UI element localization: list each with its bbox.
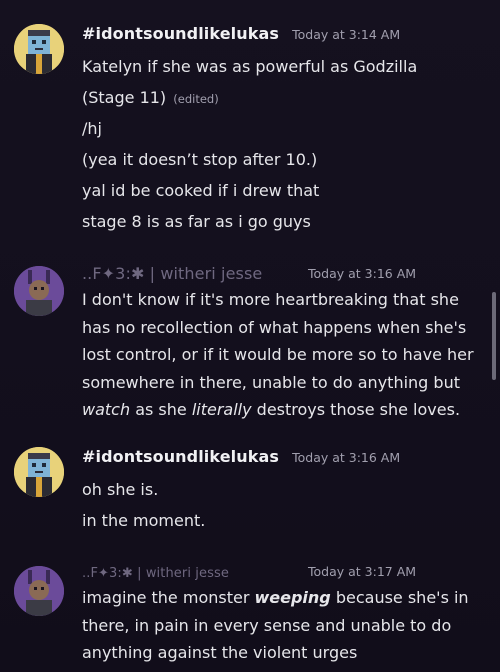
username[interactable]: ..F✦3:✱ | witheri jesse: [82, 264, 262, 283]
message-line: (Stage 11) (edited): [82, 83, 219, 114]
message-line: stage 8 is as far as i go guys: [82, 212, 311, 231]
scrollbar-thumb[interactable]: [492, 292, 496, 380]
message-group: #idontsoundlikelukas Today at 3:14 AM Ka…: [0, 22, 500, 242]
message-line: oh she is.: [82, 480, 159, 499]
message-group: ..F✦3:✱ | witheri jesse Today at 3:16 AM…: [0, 262, 500, 422]
edited-label: (edited): [173, 92, 219, 106]
timestamp[interactable]: Today at 3:17 AM: [308, 564, 416, 579]
username[interactable]: #idontsoundlikelukas: [82, 447, 279, 466]
pixel-character-icon: [14, 447, 64, 497]
purple-character-icon: [14, 566, 64, 616]
message-text: (Stage 11): [82, 88, 167, 107]
timestamp[interactable]: Today at 3:14 AM: [292, 27, 400, 42]
message-line: yal id be cooked if i drew that: [82, 181, 320, 200]
message-text: imagine the monster weeping because she'…: [82, 584, 482, 667]
text-segment: destroys those she loves.: [251, 400, 461, 419]
text-segment: imagine the monster: [82, 588, 255, 607]
message-line: /hj: [82, 119, 102, 138]
user-avatar[interactable]: [14, 566, 64, 616]
italic-text: literally: [191, 400, 252, 419]
user-avatar[interactable]: [14, 24, 64, 74]
message-line: Katelyn if she was as powerful as Godzil…: [82, 57, 418, 76]
text-segment: as she: [130, 400, 192, 419]
purple-character-icon: [14, 266, 64, 316]
message-line: in the moment.: [82, 511, 206, 530]
message-group: #idontsoundlikelukas Today at 3:16 AM oh…: [0, 445, 500, 535]
username[interactable]: ..F✦3:✱ | witheri jesse: [82, 566, 229, 581]
text-segment: I don't know if it's more heartbreaking …: [82, 290, 474, 392]
timestamp[interactable]: Today at 3:16 AM: [292, 450, 400, 465]
italic-text: watch: [82, 400, 131, 419]
message-text: I don't know if it's more heartbreaking …: [82, 286, 482, 424]
message-line: (yea it doesn’t stop after 10.): [82, 150, 318, 169]
pixel-character-icon: [14, 24, 64, 74]
username[interactable]: #idontsoundlikelukas: [82, 24, 279, 43]
bold-italic-text: weeping: [254, 588, 331, 607]
user-avatar[interactable]: [14, 266, 64, 316]
message-group: ..F✦3:✱ | witheri jesse Today at 3:17 AM…: [0, 562, 500, 672]
message-header: #idontsoundlikelukas Today at 3:16 AM: [82, 447, 400, 473]
user-avatar[interactable]: [14, 447, 64, 497]
message-header: #idontsoundlikelukas Today at 3:14 AM: [82, 24, 400, 50]
timestamp[interactable]: Today at 3:16 AM: [308, 266, 416, 281]
